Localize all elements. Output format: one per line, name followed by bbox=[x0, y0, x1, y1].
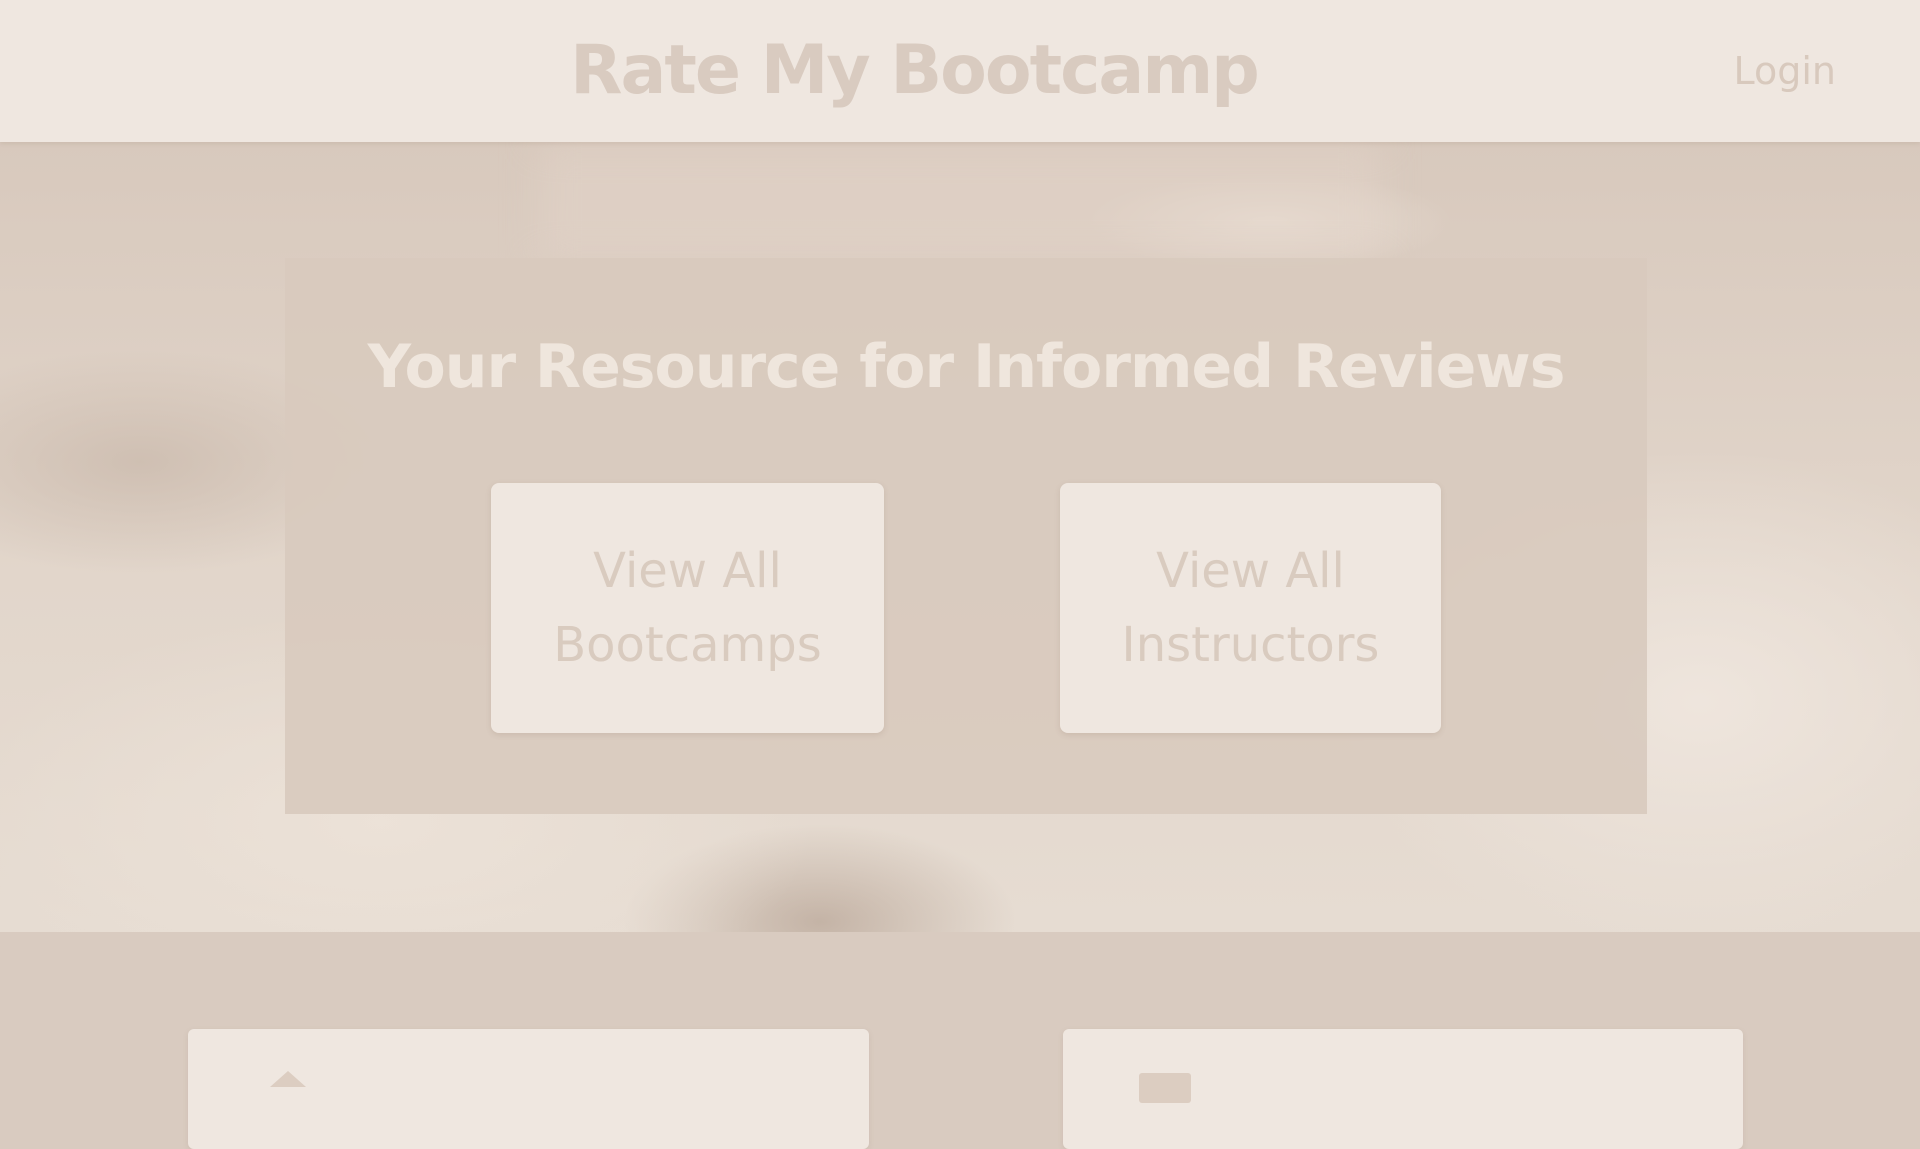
view-all-instructors-button[interactable]: View All Instructors bbox=[1060, 483, 1441, 733]
hero-section: Your Resource for Informed Reviews View … bbox=[0, 142, 1920, 932]
site-title[interactable]: Rate My Bootcamp bbox=[0, 0, 1828, 142]
hero-card: Your Resource for Informed Reviews View … bbox=[285, 258, 1647, 814]
feature-card-bootcamps[interactable] bbox=[188, 1029, 869, 1149]
view-all-bootcamps-button[interactable]: View All Bootcamps bbox=[491, 483, 884, 733]
features-section bbox=[0, 932, 1920, 1149]
button-label-line1: View All bbox=[1156, 543, 1345, 599]
hero-heading: Your Resource for Informed Reviews bbox=[367, 332, 1566, 402]
document-icon bbox=[1139, 1073, 1191, 1103]
feature-card-instructors[interactable] bbox=[1063, 1029, 1743, 1149]
site-header: Rate My Bootcamp Login bbox=[0, 0, 1920, 142]
button-label-line1: View All bbox=[593, 543, 782, 599]
login-link[interactable]: Login bbox=[1733, 0, 1836, 142]
hero-background-image bbox=[540, 142, 1380, 262]
button-label-line2: Instructors bbox=[1121, 617, 1380, 673]
button-label-line2: Bootcamps bbox=[553, 617, 822, 673]
home-icon bbox=[270, 1071, 306, 1087]
